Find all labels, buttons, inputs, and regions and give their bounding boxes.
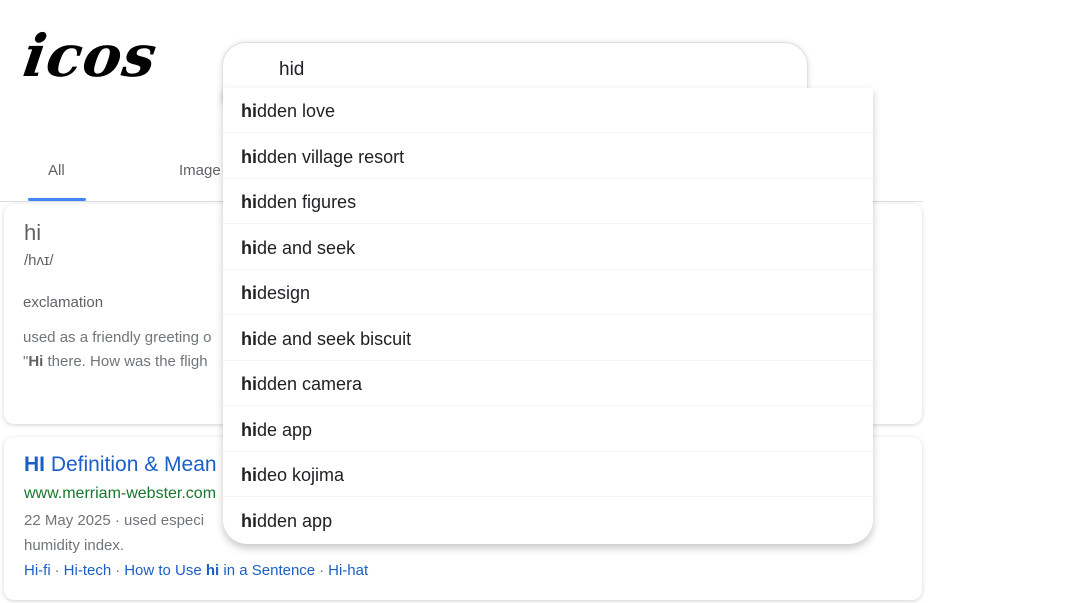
tab-all[interactable]: All [48,162,65,179]
sitelink-hi-fi[interactable]: Hi-fi [24,562,51,579]
suggestion-match: hi [241,465,257,485]
suggestion-completion: dden love [257,101,336,121]
example-bold-word: Hi [28,353,44,370]
active-tab-indicator [28,198,86,201]
sitelink-hi-tech[interactable]: Hi-tech [64,562,112,579]
autocomplete-dropdown: hidden love hidden village resort hidden… [223,88,873,544]
suggestion-text: hidesign [241,283,310,304]
sitelink-text: How to Use [124,562,206,579]
suggestion-match: hi [241,238,257,258]
suggestion-match: hi [241,329,257,349]
example-text: there. How was the fligh [43,353,208,370]
suggestion-item[interactable]: hideo kojima [223,452,873,497]
suggestion-match: hi [241,147,257,167]
suggestion-item[interactable]: hide app [223,407,873,452]
suggestion-item[interactable]: hidden app [223,498,873,543]
suggestion-match: hi [241,374,257,394]
suggestion-text: hidden love [241,101,335,122]
suggestion-item[interactable]: hidden camera [223,361,873,406]
dictionary-definition: used as a friendly greeting o [23,329,212,346]
suggestion-text: hide and seek biscuit [241,329,411,350]
sitelink-separator: · [115,562,121,579]
suggestion-completion: de and seek biscuit [257,329,412,349]
result-title-bold: HI [24,453,45,476]
suggestion-text: hidden app [241,511,332,532]
suggestion-completion: de and seek [257,238,356,258]
suggestion-text: hideo kojima [241,465,344,486]
suggestion-match: hi [241,283,257,303]
suggestion-item[interactable]: hidesign [223,270,873,315]
suggestion-match: hi [241,192,257,212]
suggestion-completion: dden village resort [257,147,405,167]
result-snippet-line-2: humidity index. [24,537,125,554]
search-input[interactable] [279,57,759,83]
suggestion-item[interactable]: hidden love [223,88,873,133]
suggestion-match: hi [241,511,257,531]
suggestion-completion: dden figures [257,192,357,212]
suggestion-item[interactable]: hidden village resort [223,134,873,179]
dictionary-example: "Hi there. How was the fligh [23,353,208,370]
sitelink-how-to-use[interactable]: How to Use hi in a Sentence [124,562,315,579]
suggestion-item[interactable]: hidden figures [223,179,873,224]
suggestion-completion: de app [257,420,313,440]
result-title-text: Definition & Mean [45,453,217,476]
suggestion-completion: dden camera [257,374,363,394]
suggestion-text: hidden camera [241,374,362,395]
dictionary-part-of-speech: exclamation [23,294,104,311]
tab-images[interactable]: Image [179,162,221,179]
suggestion-text: hidden village resort [241,147,404,168]
logo[interactable]: icos [19,22,161,90]
result-sitelinks: Hi-fi · Hi-tech · How to Use hi in a Sentenc… [24,562,368,579]
suggestion-match: hi [241,101,257,121]
suggestion-text: hidden figures [241,192,356,213]
suggestion-completion: dden app [257,511,333,531]
suggestion-text: hide and seek [241,238,355,259]
suggestion-match: hi [241,420,257,440]
suggestion-text: hide app [241,420,312,441]
result-url[interactable]: www.merriam-webster.com [24,485,216,503]
dictionary-word: hi [24,220,42,245]
sitelink-separator: · [319,562,325,579]
suggestion-completion: deo kojima [257,465,345,485]
sitelink-bold: hi [205,562,220,579]
dictionary-phonetic: /hʌɪ/ [24,252,54,269]
result-title-link[interactable]: HI Definition & Mean [24,453,217,477]
sitelink-separator: · [54,562,60,579]
sitelink-hi-hat[interactable]: Hi-hat [328,562,368,579]
suggestion-completion: design [257,283,311,303]
result-snippet-line-1: 22 May 2025 · used especi [24,512,205,529]
suggestion-item[interactable]: hide and seek [223,225,873,270]
sitelink-text: in a Sentence [219,562,316,579]
suggestion-item[interactable]: hide and seek biscuit [223,316,873,361]
